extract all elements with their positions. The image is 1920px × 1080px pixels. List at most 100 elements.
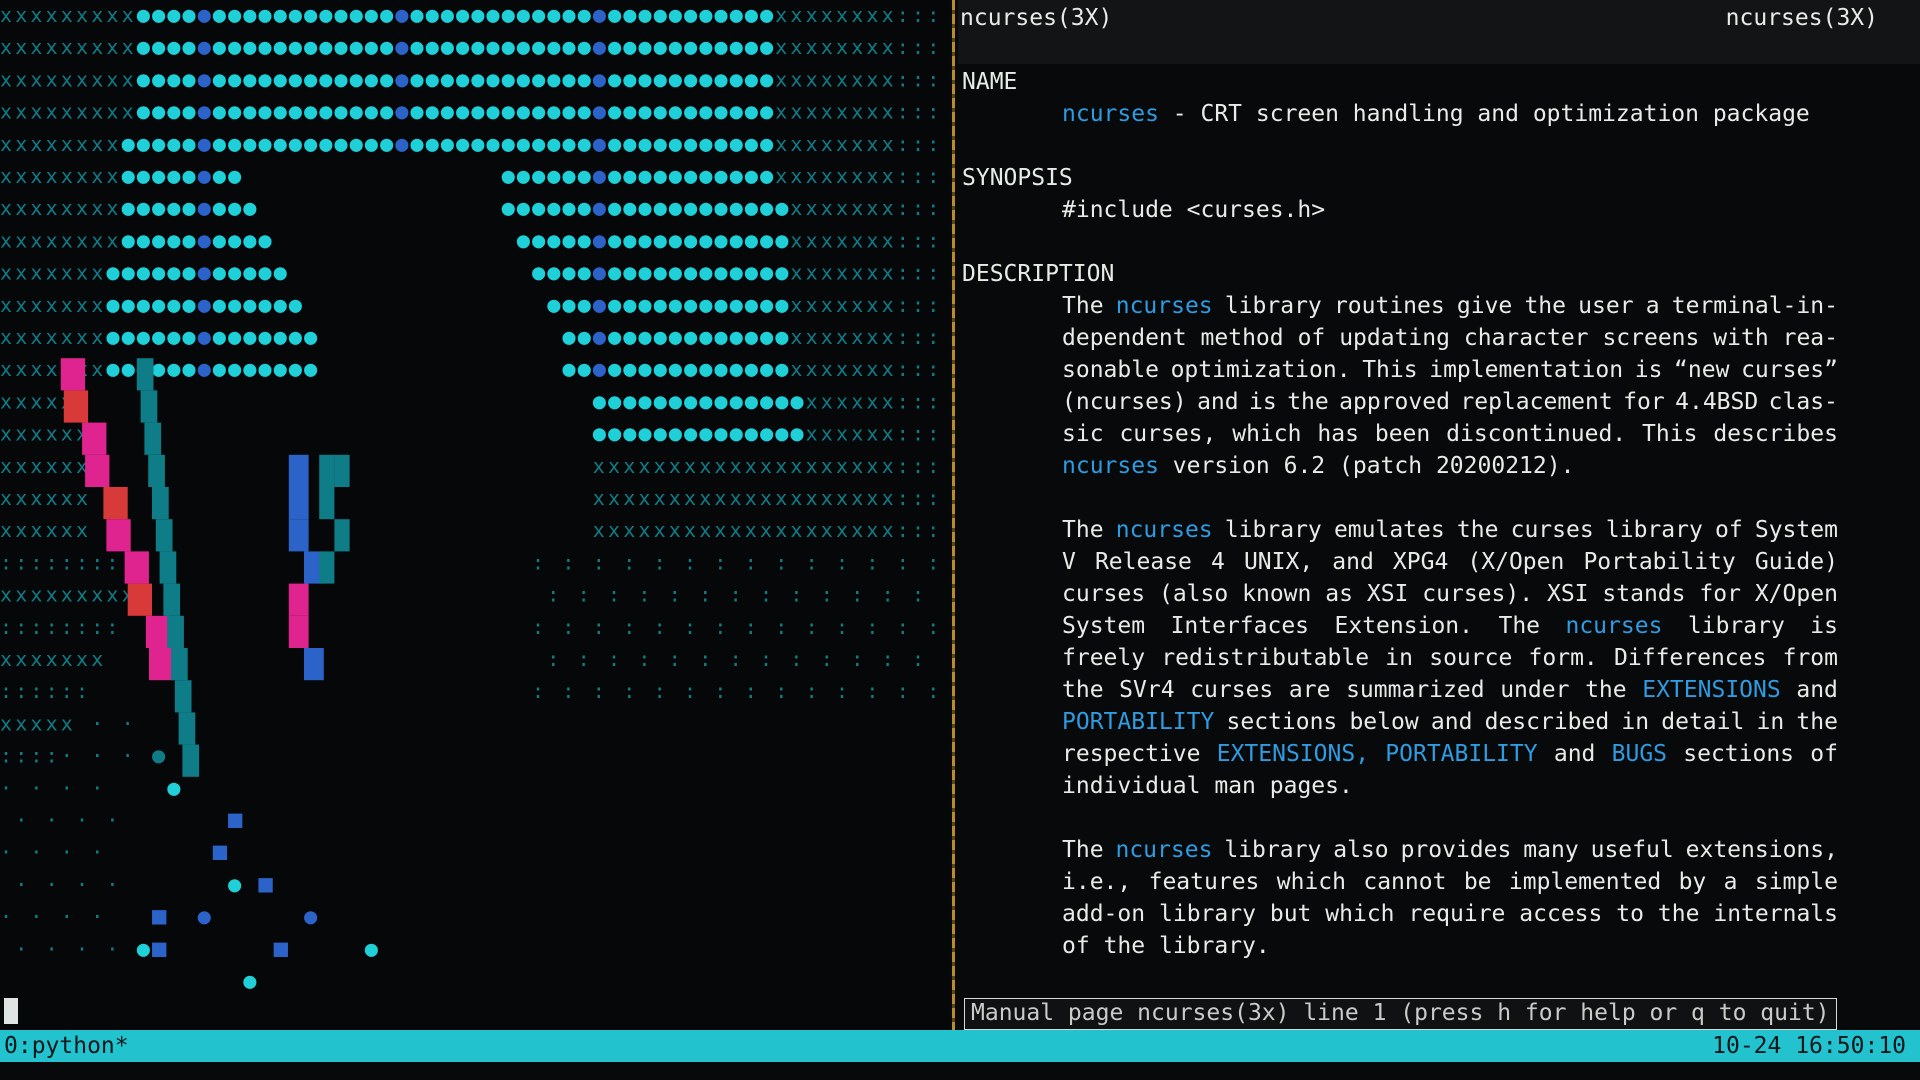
ascii-art-glyph: x (76, 100, 88, 124)
ascii-art-glyph: x (866, 518, 878, 542)
ascii-art-glyph: : (714, 550, 726, 574)
ascii-art-glyph: ● (730, 67, 744, 92)
ascii-art-glyph: : (532, 679, 544, 703)
ascii-art-block (149, 648, 174, 681)
ascii-art-glyph: x (0, 228, 12, 252)
ascii-art-glyph: ● (228, 293, 242, 318)
ascii-art-glyph: ● (623, 261, 637, 286)
ascii-art-glyph: x (760, 454, 772, 478)
ascii-art-glyph: x (61, 422, 73, 446)
ascii-art-glyph: : (806, 679, 818, 703)
description-word: terminal-in- (1671, 293, 1838, 319)
ascii-art-glyph: ● (730, 325, 744, 350)
ascii-art-glyph: x (46, 293, 58, 317)
python-animation-pane[interactable]: x x x x x x x x x ● ● ● ● ● ● ● ● ● ● ● ● ● ● ● ● ● ● ● ● ● ● ● ● ● ● ● ● ● ● ●… (0, 0, 950, 1030)
ascii-art-glyph: : (912, 325, 924, 349)
ascii-art-glyph: x (806, 518, 818, 542)
ascii-art-glyph: ● (623, 389, 637, 414)
ascii-art-glyph: x (836, 357, 848, 381)
ascii-art-glyph: x (91, 164, 103, 188)
ascii-art-glyph: x (15, 389, 27, 413)
ascii-art-glyph: · (30, 840, 42, 864)
description-word: 20200212). (1435, 453, 1575, 479)
ascii-art-glyph: x (821, 518, 833, 542)
ascii-art-glyph: ● (486, 35, 500, 60)
ascii-art-glyph: x (836, 486, 848, 510)
ascii-art-glyph: x (699, 486, 711, 510)
ascii-art-glyph: x (806, 67, 818, 91)
description-word: EXTENSIONS (1642, 677, 1781, 703)
description-word: of (1297, 325, 1326, 351)
ascii-art-glyph: ● (486, 100, 500, 125)
ascii-art-glyph: ● (593, 35, 607, 60)
ascii-art-glyph: ● (699, 422, 713, 447)
ascii-art-glyph: : (669, 583, 681, 607)
ascii-art-glyph: ● (699, 357, 713, 382)
ascii-art-glyph: ● (745, 261, 759, 286)
ascii-art-glyph: x (15, 357, 27, 381)
ascii-art-glyph: ● (654, 325, 668, 350)
ascii-art-glyph: x (30, 164, 42, 188)
ascii-art-glyph: ● (623, 422, 637, 447)
description-word: curses (1510, 517, 1594, 543)
ascii-art-glyph: x (91, 100, 103, 124)
word-space (1200, 770, 1214, 802)
ascii-art-glyph: ● (745, 100, 759, 125)
ascii-art-glyph: x (836, 261, 848, 285)
description-word: the (1456, 517, 1499, 543)
ascii-art-glyph: x (851, 389, 863, 413)
ascii-art-glyph: x (76, 293, 88, 317)
ascii-art-glyph: ● (167, 357, 181, 382)
ascii-art-glyph: : (593, 550, 605, 574)
ascii-art-glyph: x (15, 293, 27, 317)
tmux-window-name[interactable]: 0:python* (4, 1030, 129, 1062)
description-word: respective (1062, 741, 1201, 767)
ascii-art-glyph: ● (213, 261, 227, 286)
ascii-art-glyph: x (15, 132, 27, 156)
ascii-art-glyph: : (30, 744, 42, 768)
ascii-art-block (152, 487, 169, 520)
ascii-art-glyph: x (46, 164, 58, 188)
ascii-art-glyph: ● (167, 132, 181, 157)
description-word: The (1062, 517, 1104, 543)
ascii-art-glyph: x (122, 100, 134, 124)
description-word: which (1325, 901, 1395, 927)
man-page-pane[interactable]: ncurses(3X) ncurses(3X) NAME ncurses - C… (958, 0, 1920, 1030)
ascii-art-glyph: : (623, 615, 635, 639)
ascii-art-glyph: ● (547, 261, 561, 286)
ascii-art-glyph: ● (274, 35, 288, 60)
ascii-art-glyph: ● (714, 100, 728, 125)
pager-status-line: Manual page ncurses(3x) line 1 (press h … (964, 998, 1837, 1030)
ascii-art-glyph: ● (198, 100, 212, 125)
ascii-art-glyph: ● (532, 35, 546, 60)
ascii-art-glyph: ● (532, 228, 546, 253)
ascii-art-glyph: ● (182, 100, 196, 125)
ascii-art-glyph: x (15, 486, 27, 510)
ascii-art-glyph: : (730, 583, 742, 607)
ascii-art-glyph: ● (699, 293, 713, 318)
ascii-art-glyph: ● (745, 196, 759, 221)
description-word: implemented (1508, 869, 1662, 895)
pane-divider[interactable] (952, 0, 955, 1030)
word-space (1270, 450, 1284, 482)
description-word: describes (1713, 421, 1838, 447)
ascii-art-glyph: x (745, 486, 757, 510)
ascii-art-glyph: ● (319, 132, 333, 157)
ascii-art-glyph: x (790, 228, 802, 252)
ascii-art-glyph: x (30, 583, 42, 607)
ascii-art-glyph: : (578, 647, 590, 671)
description-word: replacement (1460, 389, 1613, 415)
ascii-art-glyph: ● (669, 389, 683, 414)
ascii-art-glyph: x (882, 518, 894, 542)
ascii-art-glyph: ■ (152, 902, 167, 930)
ascii-art-glyph: ● (562, 325, 576, 350)
ascii-art-glyph: : (623, 679, 635, 703)
ascii-art-glyph: x (30, 132, 42, 156)
ascii-art-glyph: ● (684, 325, 698, 350)
ascii-art-glyph: : (76, 679, 88, 703)
ascii-art-glyph: ● (745, 293, 759, 318)
ascii-art-glyph: ● (669, 261, 683, 286)
ascii-art-glyph: x (821, 228, 833, 252)
ascii-art-glyph: x (806, 100, 818, 124)
ascii-art-glyph: ● (714, 35, 728, 60)
